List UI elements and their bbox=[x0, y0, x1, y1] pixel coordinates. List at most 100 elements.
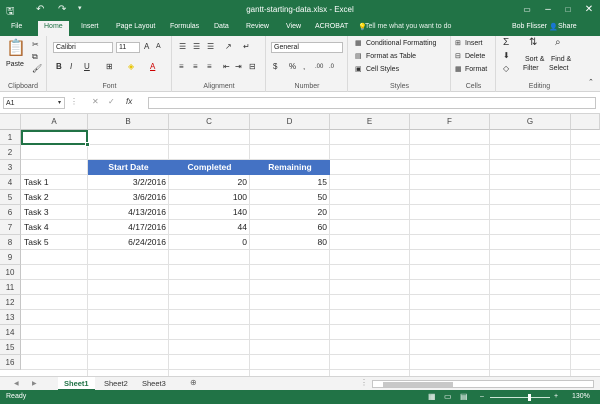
share-button[interactable]: Share bbox=[558, 23, 577, 30]
page-layout-view-icon[interactable]: ▭ bbox=[444, 390, 452, 404]
fill-handle[interactable] bbox=[85, 142, 90, 147]
tab-file[interactable]: File bbox=[11, 23, 22, 30]
increase-font-icon[interactable]: A bbox=[144, 42, 149, 52]
format-painter-icon[interactable]: 🖌 bbox=[32, 64, 42, 74]
decrease-font-icon[interactable]: A bbox=[156, 42, 161, 52]
wrap-text-icon[interactable]: ↵ bbox=[243, 42, 250, 52]
zoom-out-icon[interactable]: – bbox=[480, 390, 484, 404]
row-header-4[interactable]: 4 bbox=[0, 175, 21, 190]
collapse-ribbon-icon[interactable]: ⌃ bbox=[588, 78, 594, 88]
sheet-tab-sheet3[interactable]: Sheet3 bbox=[136, 377, 172, 391]
format-cells-button[interactable]: Format bbox=[465, 65, 487, 75]
task-name-cell[interactable]: Task 3 bbox=[21, 205, 88, 220]
tab-page-layout[interactable]: Page Layout bbox=[116, 23, 155, 30]
column-header-a[interactable]: A bbox=[21, 114, 88, 130]
decrease-decimal-icon[interactable]: .0 bbox=[329, 62, 334, 72]
tab-formulas[interactable]: Formulas bbox=[170, 23, 199, 30]
table-cell[interactable]: 4/17/2016 bbox=[88, 220, 169, 235]
minimize-button[interactable]: – bbox=[541, 3, 555, 17]
task-name-cell[interactable]: Task 2 bbox=[21, 190, 88, 205]
row-header-16[interactable]: 16 bbox=[0, 355, 21, 370]
column-header-b[interactable]: B bbox=[88, 114, 169, 130]
table-cell[interactable]: 3/2/2016 bbox=[88, 175, 169, 190]
sort-filter-icon[interactable]: ⇅ bbox=[529, 38, 537, 48]
cell-styles-icon[interactable]: ▣ bbox=[355, 65, 362, 75]
find-select-icon[interactable]: ⌕ bbox=[555, 38, 561, 48]
decrease-indent-icon[interactable]: ⇤ bbox=[223, 62, 230, 72]
user-name[interactable]: Bob Flisser bbox=[512, 23, 547, 30]
insert-cells-button[interactable]: Insert bbox=[465, 39, 483, 49]
task-name-cell[interactable]: Task 4 bbox=[21, 220, 88, 235]
format-as-table-button[interactable]: Format as Table bbox=[366, 52, 416, 62]
table-cell[interactable]: 44 bbox=[169, 220, 250, 235]
active-cell-a1[interactable] bbox=[21, 130, 88, 145]
row-header-10[interactable]: 10 bbox=[0, 265, 21, 280]
font-name-dropdown[interactable]: Calibri bbox=[53, 42, 113, 53]
cut-icon[interactable]: ✂ bbox=[32, 40, 39, 50]
bold-icon[interactable]: B bbox=[56, 62, 62, 72]
tab-split-handle[interactable]: ⋮ bbox=[360, 378, 368, 388]
zoom-in-icon[interactable]: + bbox=[554, 390, 558, 404]
close-button[interactable]: ✕ bbox=[582, 3, 596, 17]
increase-decimal-icon[interactable]: .00 bbox=[315, 62, 323, 72]
new-sheet-icon[interactable]: ⊕ bbox=[190, 378, 197, 388]
font-size-dropdown[interactable]: 11 bbox=[116, 42, 140, 53]
row-header-6[interactable]: 6 bbox=[0, 205, 21, 220]
next-sheet-icon[interactable]: ▶ bbox=[32, 379, 37, 389]
task-name-cell[interactable]: Task 5 bbox=[21, 235, 88, 250]
column-header-h[interactable] bbox=[571, 114, 600, 130]
row-header-9[interactable]: 9 bbox=[0, 250, 21, 265]
column-header-g[interactable]: G bbox=[490, 114, 571, 130]
middle-align-icon[interactable]: ☰ bbox=[193, 42, 200, 52]
table-cell[interactable]: 15 bbox=[250, 175, 330, 190]
ribbon-display-icon[interactable]: ▭ bbox=[520, 3, 534, 17]
horizontal-scroll-thumb[interactable] bbox=[383, 382, 453, 387]
align-center-icon[interactable]: ≡ bbox=[193, 62, 198, 72]
column-header-c[interactable]: C bbox=[169, 114, 250, 130]
row-header-2[interactable]: 2 bbox=[0, 145, 21, 160]
table-cell[interactable]: 4/13/2016 bbox=[88, 205, 169, 220]
zoom-slider-thumb[interactable] bbox=[528, 394, 531, 401]
merge-center-icon[interactable]: ⊟ bbox=[249, 62, 256, 72]
percent-icon[interactable]: % bbox=[289, 62, 296, 72]
page-break-view-icon[interactable]: ▤ bbox=[460, 390, 468, 404]
column-header-d[interactable]: D bbox=[250, 114, 330, 130]
align-right-icon[interactable]: ≡ bbox=[207, 62, 212, 72]
conditional-formatting-button[interactable]: Conditional Formatting bbox=[366, 39, 436, 49]
prev-sheet-icon[interactable]: ◀ bbox=[14, 379, 19, 389]
conditional-formatting-icon[interactable]: ▦ bbox=[355, 39, 362, 49]
format-cells-icon[interactable]: ▦ bbox=[455, 65, 462, 75]
row-header-7[interactable]: 7 bbox=[0, 220, 21, 235]
sheet-tab-sheet1[interactable]: Sheet1 bbox=[58, 377, 95, 391]
comma-icon[interactable]: , bbox=[303, 62, 305, 72]
name-box[interactable]: A1 bbox=[3, 97, 65, 109]
row-header-3[interactable]: 3 bbox=[0, 160, 21, 175]
zoom-level[interactable]: 130% bbox=[572, 390, 590, 404]
table-cell[interactable]: 20 bbox=[169, 175, 250, 190]
fill-color-icon[interactable]: ◈ bbox=[128, 62, 134, 72]
table-cell[interactable]: 140 bbox=[169, 205, 250, 220]
table-header-completed[interactable]: Completed bbox=[169, 160, 250, 175]
row-header-11[interactable]: 11 bbox=[0, 280, 21, 295]
cancel-entry-icon[interactable]: ✕ bbox=[92, 97, 99, 107]
name-box-dropdown-icon[interactable]: ▾ bbox=[58, 98, 61, 108]
number-format-dropdown[interactable]: General bbox=[271, 42, 343, 53]
worksheet-grid[interactable]: A B C D E F G 1 2 3 4 5 6 7 8 9 10 11 12 13 14 15 16 St… bbox=[0, 114, 600, 376]
top-align-icon[interactable]: ☰ bbox=[179, 42, 186, 52]
row-header-1[interactable]: 1 bbox=[0, 130, 21, 145]
align-left-icon[interactable]: ≡ bbox=[179, 62, 184, 72]
row-header-14[interactable]: 14 bbox=[0, 325, 21, 340]
paste-icon[interactable]: 📋 bbox=[6, 40, 26, 58]
row-header-13[interactable]: 13 bbox=[0, 310, 21, 325]
paste-label[interactable]: Paste bbox=[6, 60, 24, 70]
table-header-remaining[interactable]: Remaining bbox=[250, 160, 330, 175]
clear-icon[interactable]: ◇ bbox=[503, 64, 509, 74]
currency-icon[interactable]: $ bbox=[273, 62, 277, 72]
tab-view[interactable]: View bbox=[286, 23, 301, 30]
confirm-entry-icon[interactable]: ✓ bbox=[108, 97, 115, 107]
filter-label[interactable]: Filter bbox=[523, 64, 539, 74]
copy-icon[interactable]: ⧉ bbox=[32, 52, 38, 62]
tab-data[interactable]: Data bbox=[214, 23, 229, 30]
row-header-5[interactable]: 5 bbox=[0, 190, 21, 205]
insert-cells-icon[interactable]: ⊞ bbox=[455, 39, 461, 49]
